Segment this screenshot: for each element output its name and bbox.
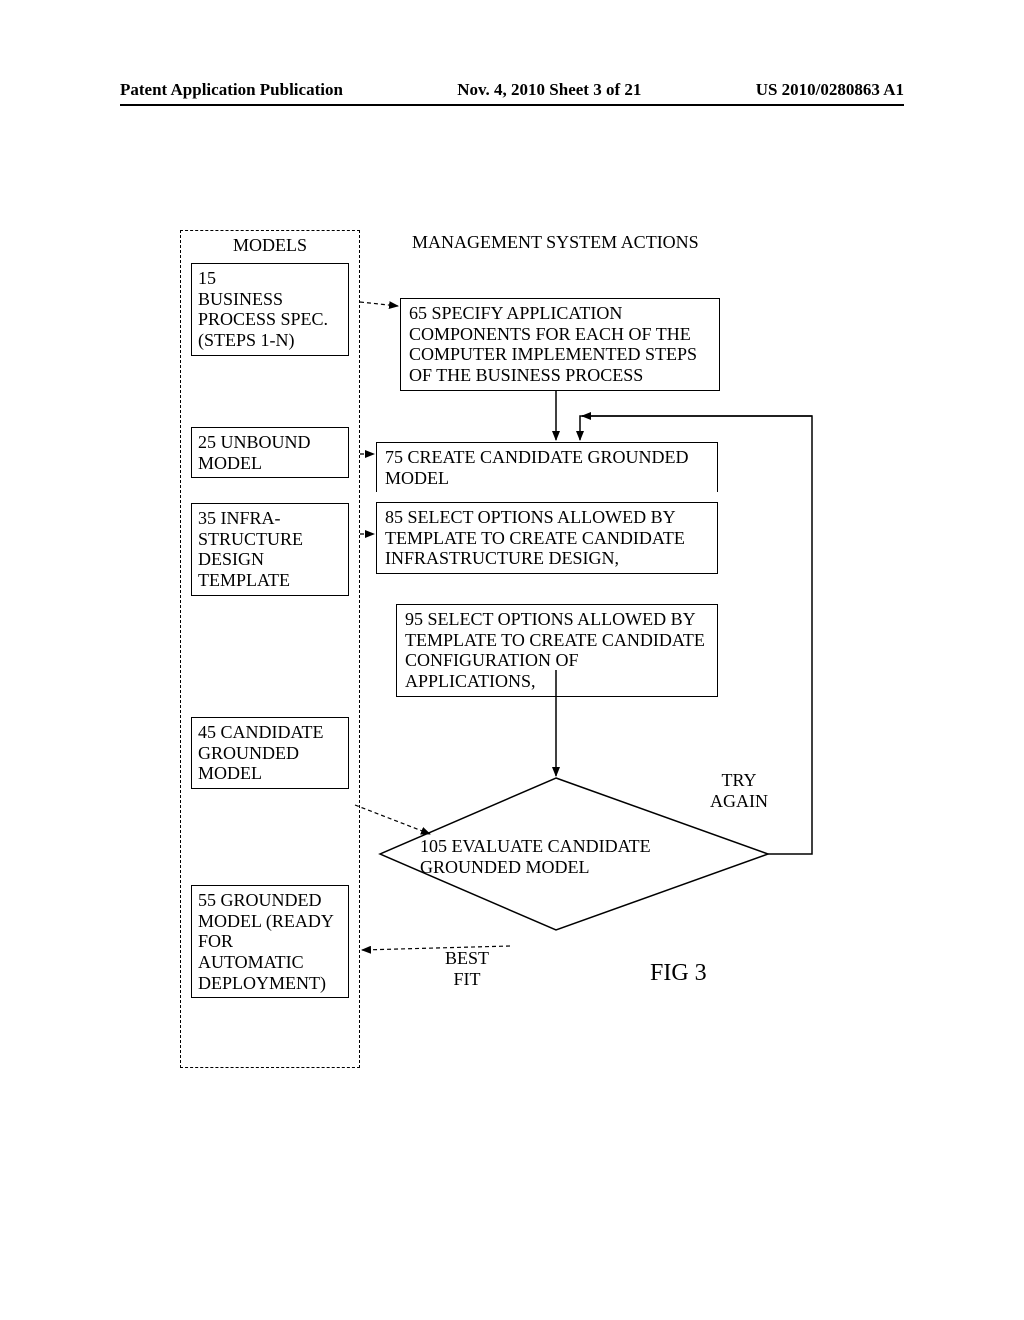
models-title: MODELS bbox=[181, 235, 359, 256]
box-65-text: 65 SPECIFY APPLICATION COMPONENTS FOR EA… bbox=[409, 303, 697, 385]
box-25-unbound-model: 25 UNBOUND MODEL bbox=[191, 427, 349, 478]
box-25-text: 25 UNBOUND MODEL bbox=[198, 432, 311, 473]
models-column: MODELS 15 BUSINESS PROCESS SPEC. (STEPS … bbox=[180, 230, 360, 1068]
header-center: Nov. 4, 2010 Sheet 3 of 21 bbox=[457, 80, 641, 100]
diagram-figure-3: MODELS 15 BUSINESS PROCESS SPEC. (STEPS … bbox=[180, 230, 850, 1090]
box-35-infrastructure-template: 35 INFRA-STRUCTURE DESIGN TEMPLATE bbox=[191, 503, 349, 596]
box-75-text: 75 CREATE CANDIDATE GROUNDED MODEL bbox=[385, 447, 689, 488]
actions-title: MANAGEMENT SYSTEM ACTIONS bbox=[412, 232, 699, 253]
box-85-select-infrastructure-options: 85 SELECT OPTIONS ALLOWED BY TEMPLATE TO… bbox=[376, 502, 718, 574]
best-fit-label: BEST FIT bbox=[432, 948, 502, 989]
box-45-candidate-grounded-model: 45 CANDIDATE GROUNDED MODEL bbox=[191, 717, 349, 789]
header-rule bbox=[120, 104, 904, 106]
box-45-text: 45 CANDIDATE GROUNDED MODEL bbox=[198, 722, 324, 783]
try-again-label: TRY AGAIN bbox=[704, 770, 774, 811]
box-95-select-configuration-options: 95 SELECT OPTIONS ALLOWED BY TEMPLATE TO… bbox=[396, 604, 718, 697]
header-left: Patent Application Publication bbox=[120, 80, 343, 100]
box-75-create-candidate-grounded-model: 75 CREATE CANDIDATE GROUNDED MODEL bbox=[376, 442, 718, 492]
box-65-specify-application-components: 65 SPECIFY APPLICATION COMPONENTS FOR EA… bbox=[400, 298, 720, 391]
box-35-text: 35 INFRA-STRUCTURE DESIGN TEMPLATE bbox=[198, 508, 303, 590]
box-15-business-process-spec: 15 BUSINESS PROCESS SPEC. (STEPS 1-N) bbox=[191, 263, 349, 356]
box-15-text: 15 BUSINESS PROCESS SPEC. (STEPS 1-N) bbox=[198, 268, 328, 350]
figure-number-label: FIG 3 bbox=[650, 960, 707, 987]
box-55-grounded-model: 55 GROUNDED MODEL (READY FOR AUTOMATIC D… bbox=[191, 885, 349, 998]
box-55-text: 55 GROUNDED MODEL (READY FOR AUTOMATIC D… bbox=[198, 890, 333, 993]
header-right: US 2010/0280863 A1 bbox=[756, 80, 904, 100]
box-95-text: 95 SELECT OPTIONS ALLOWED BY TEMPLATE TO… bbox=[405, 609, 705, 691]
page-header: Patent Application Publication Nov. 4, 2… bbox=[0, 80, 1024, 106]
decision-105-label: 105 EVALUATE CANDIDATE GROUNDED MODEL bbox=[420, 836, 680, 877]
box-85-text: 85 SELECT OPTIONS ALLOWED BY TEMPLATE TO… bbox=[385, 507, 685, 568]
